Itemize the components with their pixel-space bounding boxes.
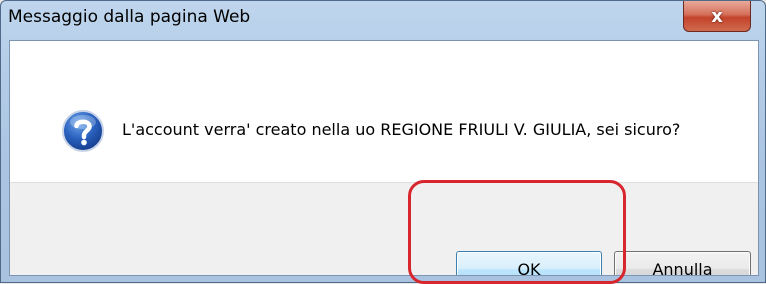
confirmation-message: L'account verra' creato nella uo REGIONE…	[122, 120, 681, 139]
ok-button[interactable]: OK	[456, 251, 602, 276]
cancel-button-label: Annulla	[652, 259, 713, 276]
title-bar[interactable]: Messaggio dalla pagina Web x	[1, 1, 765, 34]
ok-button-label: OK	[517, 259, 541, 276]
cancel-button[interactable]: Annulla	[614, 251, 751, 276]
window-title: Messaggio dalla pagina Web	[8, 7, 251, 27]
dialog-content: L'account verra' creato nella uo REGIONE…	[9, 40, 759, 276]
button-area: OK Annulla	[10, 182, 758, 276]
message-dialog: Messaggio dalla pagina Web x L'account v…	[0, 0, 766, 283]
close-button[interactable]: x	[683, 1, 751, 32]
close-icon: x	[711, 5, 723, 27]
message-area: L'account verra' creato nella uo REGIONE…	[10, 41, 758, 182]
question-icon	[62, 110, 104, 152]
